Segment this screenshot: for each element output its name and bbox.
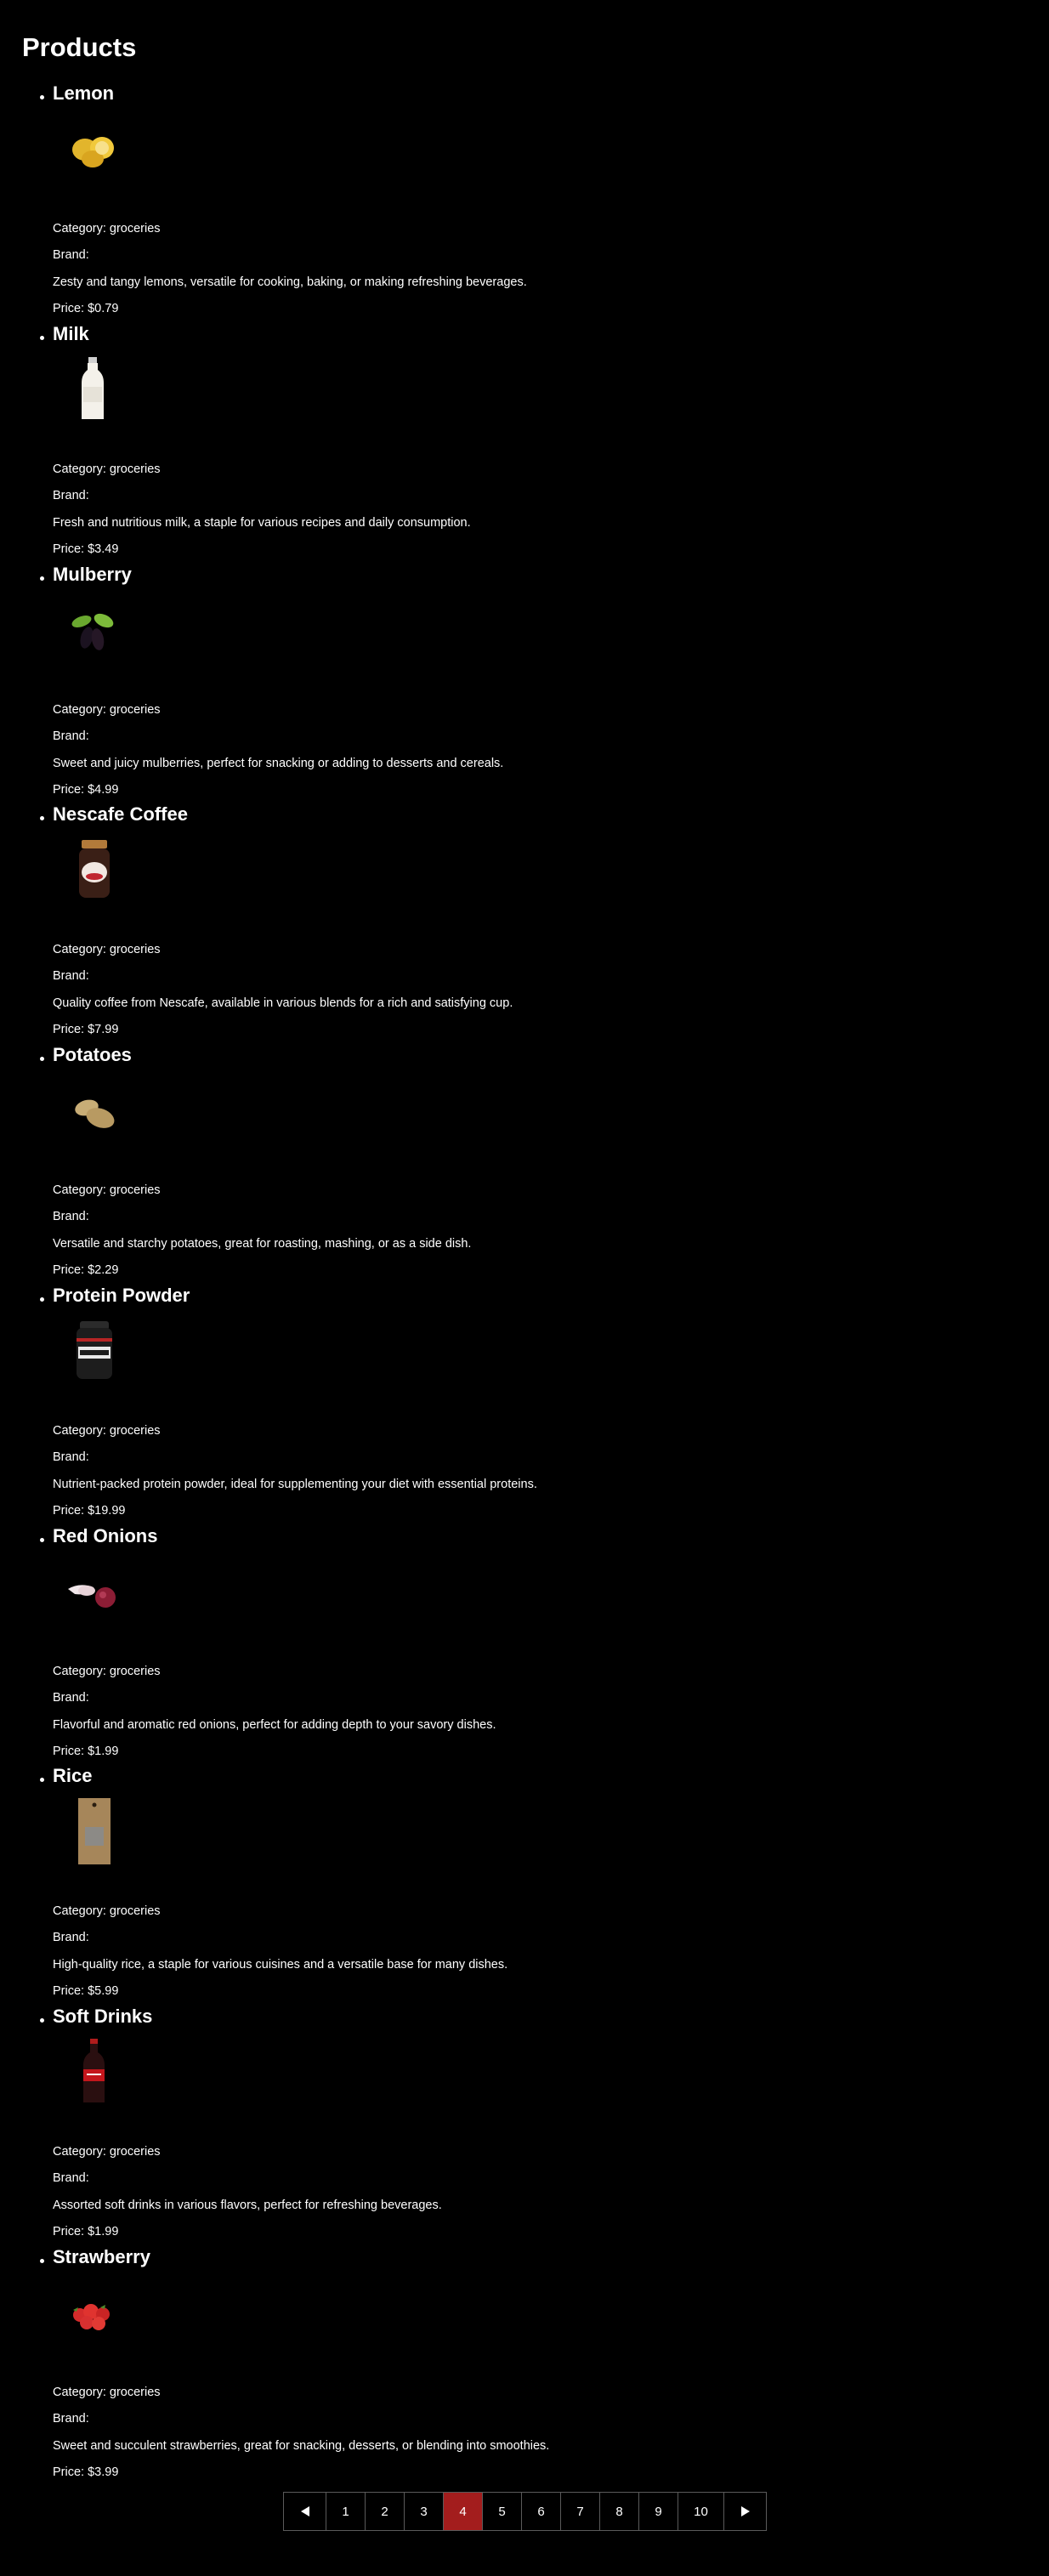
red-onions-image bbox=[61, 1555, 128, 1628]
bullet bbox=[40, 2018, 44, 2023]
bullet bbox=[40, 816, 44, 820]
product-description: Versatile and starchy potatoes, great fo… bbox=[53, 1236, 472, 1251]
product-name: Potatoes bbox=[53, 1044, 132, 1065]
product-description: Nutrient-packed protein powder, ideal fo… bbox=[53, 1477, 537, 1491]
product-category: Category: groceries bbox=[53, 702, 161, 717]
product-brand: Brand: bbox=[53, 1930, 89, 1944]
product-category: Category: groceries bbox=[53, 1664, 161, 1678]
product-category: Category: groceries bbox=[53, 1183, 161, 1197]
product-brand: Brand: bbox=[53, 488, 89, 502]
product-price: Price: $5.99 bbox=[53, 1983, 119, 1998]
triangle-right-icon bbox=[740, 2506, 750, 2516]
product-item: Mulberry Category: groceries Brand: Swee… bbox=[0, 565, 1049, 805]
bullet bbox=[40, 1057, 44, 1061]
product-description: Zesty and tangy lemons, versatile for co… bbox=[53, 275, 527, 289]
bullet bbox=[40, 576, 44, 581]
product-name: Milk bbox=[53, 323, 89, 344]
product-brand: Brand: bbox=[53, 1209, 89, 1223]
product-name: Lemon bbox=[53, 82, 115, 104]
product-category: Category: groceries bbox=[53, 2385, 161, 2399]
page-9-button[interactable]: 9 bbox=[638, 2492, 678, 2531]
product-name: Strawberry bbox=[53, 2246, 150, 2267]
page-title: Products bbox=[22, 32, 137, 62]
bullet bbox=[40, 1778, 44, 1782]
product-brand: Brand: bbox=[53, 968, 89, 983]
bullet bbox=[40, 1538, 44, 1542]
pagination: 1 2 3 4 5 6 7 8 9 10 bbox=[283, 2492, 767, 2531]
product-description: Flavorful and aromatic red onions, perfe… bbox=[53, 1717, 496, 1732]
product-brand: Brand: bbox=[53, 729, 89, 743]
product-item: Soft Drinks Category: groceries Brand: A… bbox=[0, 2007, 1049, 2247]
product-description: Sweet and succulent strawberries, great … bbox=[53, 2438, 550, 2453]
product-brand: Brand: bbox=[53, 1690, 89, 1705]
prev-page-button[interactable] bbox=[283, 2492, 326, 2531]
page-10-button[interactable]: 10 bbox=[678, 2492, 724, 2531]
product-brand: Brand: bbox=[53, 2411, 89, 2426]
product-name: Soft Drinks bbox=[53, 2006, 153, 2027]
product-brand: Brand: bbox=[53, 1450, 89, 1464]
mulberry-image bbox=[61, 593, 128, 667]
product-category: Category: groceries bbox=[53, 1423, 161, 1438]
page-5-button[interactable]: 5 bbox=[482, 2492, 522, 2531]
product-item: Lemon Category: groceries Brand: Zesty a… bbox=[0, 84, 1049, 324]
product-price: Price: $4.99 bbox=[53, 782, 119, 797]
page-1-button[interactable]: 1 bbox=[326, 2492, 366, 2531]
product-price: Price: $1.99 bbox=[53, 1744, 119, 1758]
coffee-jar-image bbox=[61, 833, 128, 906]
product-item: Strawberry Category: groceries Brand: Sw… bbox=[0, 2248, 1049, 2488]
product-category: Category: groceries bbox=[53, 462, 161, 476]
product-item: Potatoes Category: groceries Brand: Vers… bbox=[0, 1046, 1049, 1285]
next-page-button[interactable] bbox=[723, 2492, 767, 2531]
product-price: Price: $19.99 bbox=[53, 1503, 126, 1518]
product-brand: Brand: bbox=[53, 247, 89, 262]
product-category: Category: groceries bbox=[53, 221, 161, 235]
rice-bag-image bbox=[61, 1795, 128, 1868]
product-description: Sweet and juicy mulberries, perfect for … bbox=[53, 756, 504, 770]
page-4-button[interactable]: 4 bbox=[443, 2492, 483, 2531]
product-item: Nescafe Coffee Category: groceries Brand… bbox=[0, 805, 1049, 1045]
strawberries-image bbox=[61, 2276, 128, 2349]
product-description: Assorted soft drinks in various flavors,… bbox=[53, 2198, 442, 2212]
page-8-button[interactable]: 8 bbox=[599, 2492, 639, 2531]
milk-bottle-image bbox=[61, 353, 128, 426]
product-description: Fresh and nutritious milk, a staple for … bbox=[53, 515, 471, 530]
product-description: High-quality rice, a staple for various … bbox=[53, 1957, 508, 1972]
product-price: Price: $7.99 bbox=[53, 1022, 119, 1036]
product-description: Quality coffee from Nescafe, available i… bbox=[53, 996, 513, 1010]
product-name: Nescafe Coffee bbox=[53, 803, 188, 825]
lemon-image bbox=[61, 112, 128, 185]
soda-bottle-image bbox=[61, 2035, 128, 2108]
bullet bbox=[40, 2259, 44, 2263]
product-item: Protein Powder Category: groceries Brand… bbox=[0, 1286, 1049, 1526]
bullet bbox=[40, 95, 44, 99]
product-item: Milk Category: groceries Brand: Fresh an… bbox=[0, 325, 1049, 565]
page-2-button[interactable]: 2 bbox=[365, 2492, 405, 2531]
product-price: Price: $0.79 bbox=[53, 301, 119, 315]
product-name: Protein Powder bbox=[53, 1285, 190, 1306]
potatoes-image bbox=[61, 1074, 128, 1147]
product-name: Mulberry bbox=[53, 564, 132, 585]
page-3-button[interactable]: 3 bbox=[404, 2492, 444, 2531]
product-price: Price: $3.99 bbox=[53, 2465, 119, 2479]
product-name: Red Onions bbox=[53, 1525, 158, 1546]
bullet bbox=[40, 336, 44, 340]
product-item: Red Onions Category: groceries Brand: Fl… bbox=[0, 1527, 1049, 1767]
product-category: Category: groceries bbox=[53, 942, 161, 956]
product-price: Price: $1.99 bbox=[53, 2224, 119, 2238]
protein-tub-image bbox=[61, 1314, 128, 1387]
product-category: Category: groceries bbox=[53, 2144, 161, 2159]
product-price: Price: $3.49 bbox=[53, 542, 119, 556]
product-name: Rice bbox=[53, 1765, 93, 1786]
triangle-left-icon bbox=[300, 2506, 309, 2516]
page-6-button[interactable]: 6 bbox=[521, 2492, 561, 2531]
product-item: Rice Category: groceries Brand: High-qua… bbox=[0, 1767, 1049, 2006]
product-brand: Brand: bbox=[53, 2170, 89, 2185]
page-7-button[interactable]: 7 bbox=[560, 2492, 600, 2531]
product-category: Category: groceries bbox=[53, 1904, 161, 1918]
bullet bbox=[40, 1297, 44, 1302]
product-price: Price: $2.29 bbox=[53, 1262, 119, 1277]
